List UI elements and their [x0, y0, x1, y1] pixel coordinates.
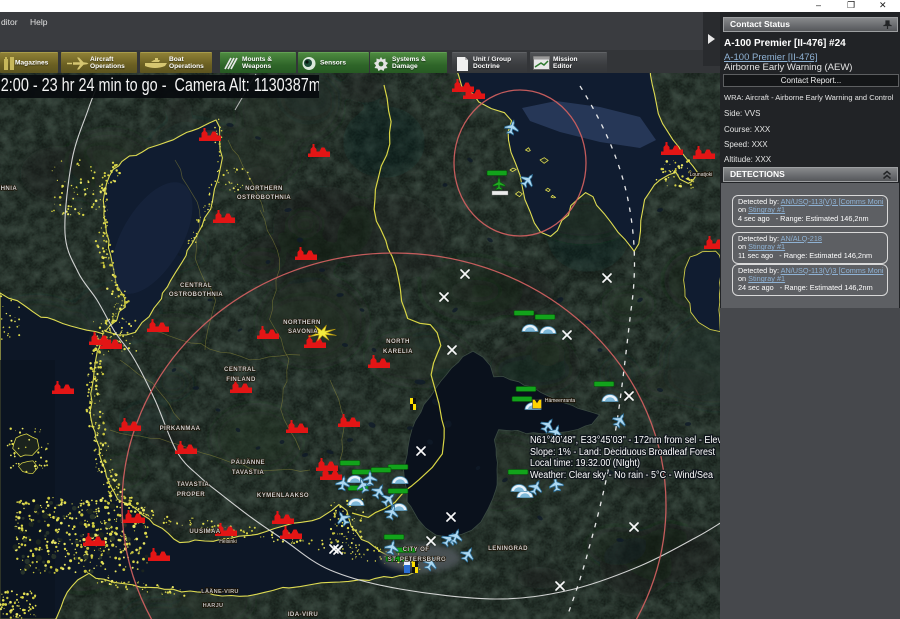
svg-text:Local time: 19.32.00 (NIght): Local time: 19.32.00 (NIght)	[530, 458, 640, 469]
svg-text:CENTRAL: CENTRAL	[180, 282, 212, 289]
svg-text:TAVASTIA: TAVASTIA	[232, 469, 265, 476]
svg-text:OSTROBOTHNIA: OSTROBOTHNIA	[237, 194, 291, 201]
svg-text:FINLAND: FINLAND	[226, 376, 256, 383]
svg-text:HARJU: HARJU	[203, 603, 224, 609]
svg-text:KYMENLAAKSO: KYMENLAAKSO	[257, 492, 309, 499]
svg-text:NORTHERN: NORTHERN	[245, 185, 283, 192]
svg-text:LENINGRAD: LENINGRAD	[488, 545, 528, 552]
svg-text:PROPER: PROPER	[177, 491, 205, 498]
svg-text:OSTROBOTHNIA: OSTROBOTHNIA	[169, 291, 223, 298]
svg-text:NORTH: NORTH	[386, 338, 410, 345]
svg-text:LÄÄNE-VIRU: LÄÄNE-VIRU	[201, 588, 239, 595]
svg-text:N61°40’48", E33°45’03" - 172nm: N61°40’48", E33°45’03" - 172nm from sel …	[530, 435, 720, 446]
svg-text:UUSIMAA: UUSIMAA	[189, 528, 220, 535]
svg-text:Weather: Clear sky - No rain -: Weather: Clear sky - No rain - 5°C - Win…	[530, 470, 713, 481]
svg-text:ST. PETERSBURG: ST. PETERSBURG	[388, 556, 446, 563]
svg-text:IDA-VIRU: IDA-VIRU	[288, 611, 318, 618]
svg-text:KARELIA: KARELIA	[383, 348, 413, 355]
svg-text:CITY OF: CITY OF	[403, 546, 430, 553]
svg-text:Helsinki: Helsinki	[219, 539, 237, 545]
svg-text:Slope: 1% - Land: Deciduous: Slope: 1% - Land: Deciduous Broadleaf Fo…	[530, 447, 715, 458]
svg-text:SAVONIA: SAVONIA	[288, 328, 318, 335]
svg-text:PIRKANMAA: PIRKANMAA	[160, 425, 201, 432]
svg-text:Hämeenranta: Hämeenranta	[545, 398, 576, 404]
svg-text:NORTHERN: NORTHERN	[283, 319, 321, 326]
svg-text:Lounatjoki: Lounatjoki	[690, 172, 713, 178]
svg-text:TAVASTIA: TAVASTIA	[177, 481, 210, 488]
svg-text:OSTROBOTHNIA: OSTROBOTHNIA	[0, 185, 17, 192]
svg-text:PÄIJÄNNE: PÄIJÄNNE	[231, 459, 265, 466]
svg-text:CENTRAL: CENTRAL	[224, 366, 256, 373]
